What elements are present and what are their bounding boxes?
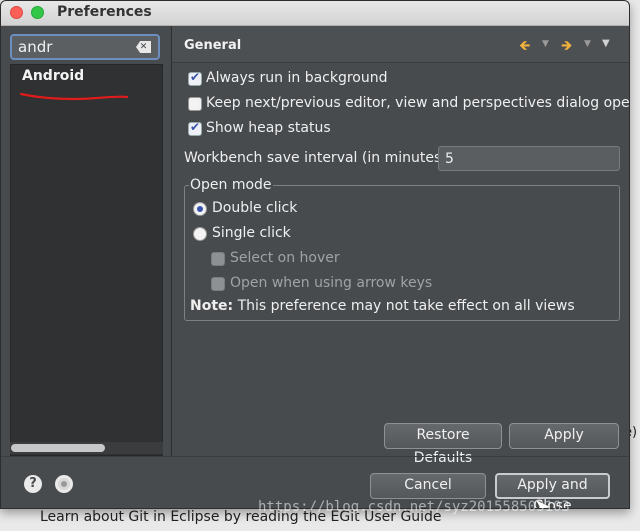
view-menu-icon[interactable]: ▼	[602, 38, 610, 49]
watermark: https://blog.csdn.net/syz201558503103	[258, 499, 570, 515]
window-title: Preferences	[57, 4, 152, 20]
double-click-radio[interactable]	[193, 202, 207, 216]
back-dropdown-icon[interactable]: ▼	[542, 39, 549, 49]
tree-horizontal-scrollbar[interactable]	[10, 442, 163, 454]
double-click-label[interactable]: Double click	[212, 200, 297, 216]
footer-separator	[1, 456, 629, 457]
open-arrow-keys-label: Open when using arrow keys	[230, 275, 433, 291]
arrow-left-icon[interactable]: 🡸	[519, 35, 530, 59]
title-bar: Preferences	[1, 1, 629, 26]
help-icon[interactable]: ?	[24, 475, 42, 493]
restore-defaults-button[interactable]: Restore Defaults	[384, 423, 502, 466]
sash-divider[interactable]	[171, 26, 172, 456]
preference-tree: Android	[10, 64, 163, 456]
single-click-label[interactable]: Single click	[212, 225, 291, 241]
filter-input[interactable]	[18, 37, 128, 57]
open-mode-title: Open mode	[189, 177, 273, 193]
save-interval-input[interactable]	[438, 146, 620, 171]
forward-dropdown-icon[interactable]: ▼	[584, 39, 591, 49]
clear-search-icon[interactable]: ✕	[136, 41, 151, 53]
scrollbar-thumb[interactable]	[11, 444, 105, 452]
keep-next-prev-checkbox[interactable]	[188, 97, 202, 111]
tree-item-android[interactable]: Android	[22, 68, 84, 84]
save-interval-label: Workbench save interval (in minutes):	[184, 150, 452, 166]
always-run-background-label[interactable]: Always run in background	[206, 70, 388, 86]
red-underline-annotation	[19, 92, 129, 101]
page-title: General	[184, 38, 242, 53]
show-heap-status-label[interactable]: Show heap status	[206, 120, 331, 136]
filter-box: ✕	[10, 34, 160, 60]
cancel-button[interactable]: Cancel	[370, 473, 486, 499]
apply-button[interactable]: Apply	[509, 423, 619, 449]
apply-and-close-button[interactable]: Apply and Close	[495, 473, 610, 508]
zoom-window-button[interactable]	[31, 6, 44, 19]
single-click-radio[interactable]	[193, 227, 207, 241]
close-window-button[interactable]	[10, 6, 23, 19]
open-mode-note: Note: This preference may not take effec…	[190, 298, 575, 314]
note-prefix: Note:	[190, 298, 234, 314]
arrow-right-icon[interactable]: 🡺	[561, 35, 572, 59]
note-text: This preference may not take effect on a…	[237, 298, 575, 314]
show-heap-status-checkbox[interactable]	[188, 120, 202, 136]
preferences-dialog: Preferences ✕ Android General 🡸 ▼ 🡺 ▼ ▼ …	[0, 0, 630, 509]
keep-next-prev-label[interactable]: Keep next/previous editor, view and pers…	[206, 95, 629, 111]
always-run-background-checkbox[interactable]	[188, 70, 202, 86]
record-preferences-icon[interactable]	[55, 475, 73, 493]
open-arrow-keys-checkbox[interactable]	[211, 277, 225, 291]
select-on-hover-label: Select on hover	[230, 250, 340, 266]
select-on-hover-checkbox[interactable]	[211, 252, 225, 266]
